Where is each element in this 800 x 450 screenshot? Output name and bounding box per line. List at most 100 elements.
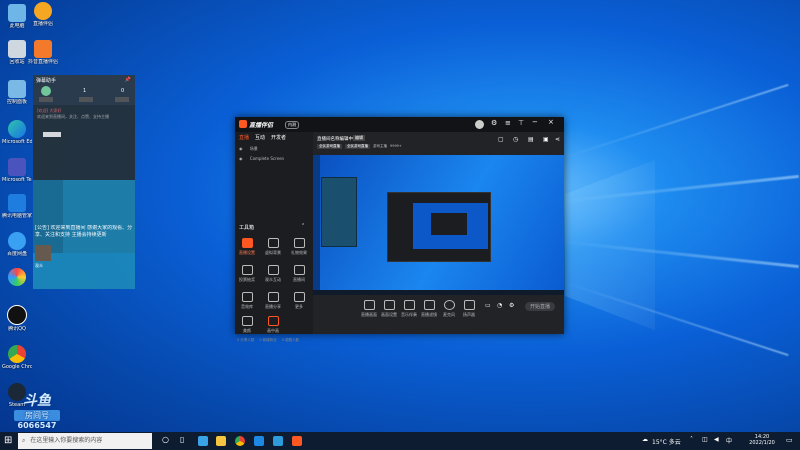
fullscreen-icon[interactable]: ▣: [543, 136, 549, 143]
desktop-icon-live-companion[interactable]: 直播伴侣: [28, 2, 58, 27]
tool-more[interactable]: 更多: [289, 292, 309, 310]
gift-icon: [293, 238, 305, 248]
network-icon[interactable]: ◫: [702, 436, 708, 443]
chrome-taskbar-icon[interactable]: [235, 436, 245, 446]
tool-beauty[interactable]: 美颜: [237, 316, 257, 334]
desktop-icon-qq[interactable]: 腾讯QQ: [2, 305, 32, 332]
desktop-icon-pc-manager[interactable]: 腾讯电脑管家: [2, 194, 32, 219]
tag-row: 全民游戏直播 全民游戏直播 游戏主播 9999+: [317, 144, 402, 149]
eye-icon[interactable]: ◉: [239, 156, 243, 161]
camera-toggle-icon[interactable]: ▭: [485, 302, 491, 309]
app-logo-icon: [239, 120, 247, 128]
preview-area: 直播间名称编辑中 编辑 全民游戏直播 全民游戏直播 游戏主播 9999+ ▢ ◷…: [313, 132, 564, 334]
share-icon[interactable]: ⋖: [555, 136, 560, 143]
start-live-button[interactable]: 开始直播: [525, 302, 556, 311]
tool-room[interactable]: 直播间: [289, 265, 309, 283]
chat-tab[interactable]: [115, 97, 129, 102]
close-icon[interactable]: ×: [548, 118, 554, 126]
chat-tab[interactable]: [39, 97, 53, 102]
light-beam: [559, 83, 789, 160]
task-view-icon[interactable]: ▯: [180, 435, 184, 444]
desktop-icon-control-panel[interactable]: 控制面板: [2, 80, 32, 105]
desktop-icon-edge[interactable]: Microsoft Edge: [2, 120, 32, 145]
app-icon: [8, 268, 26, 286]
app-taskbar-icon[interactable]: [273, 436, 283, 446]
tool-sound[interactable]: 音效库: [237, 292, 257, 310]
left-tabs: 直播 互动 开发者: [239, 135, 287, 141]
desktop-icon-baidu-netdisk[interactable]: 百度网盘: [2, 232, 32, 257]
computer-icon: [8, 4, 26, 22]
preview-canvas[interactable]: [313, 155, 564, 295]
tool-vote[interactable]: 投票抽奖: [237, 265, 257, 283]
weather-icon[interactable]: ☁: [642, 436, 648, 443]
tool-share[interactable]: 直播分享: [263, 292, 283, 310]
folder-icon[interactable]: [216, 436, 226, 446]
avatar: [41, 86, 51, 96]
virtual-bg-icon: [267, 238, 279, 248]
preview-taskbar: [313, 290, 564, 295]
pin-icon[interactable]: 📌: [125, 77, 131, 83]
interact-icon: [267, 265, 279, 275]
menu-icon[interactable]: ≡: [505, 119, 511, 127]
music-icon: [403, 300, 415, 310]
bottom-tool-5[interactable]: 扬声器: [459, 300, 479, 318]
scene-row[interactable]: ◉ 场景: [239, 146, 258, 152]
search-icon: ⌕: [22, 437, 26, 444]
app-taskbar-icon[interactable]: [254, 436, 264, 446]
shield-icon: [8, 194, 26, 212]
gear-icon[interactable]: ⚙: [509, 302, 514, 309]
screenshot-icon[interactable]: ▢: [498, 136, 504, 143]
vote-icon: [241, 265, 253, 275]
tray-expand-icon[interactable]: ˄: [690, 436, 693, 443]
bottom-tool-1[interactable]: 画面设置: [379, 300, 399, 318]
gift-badge: [43, 132, 61, 137]
bottom-tool-0[interactable]: 直播画面: [359, 300, 379, 318]
camera-icon: [383, 300, 395, 310]
tool-virtual-bg[interactable]: 虚拟背景: [263, 238, 283, 256]
sound-icon: [241, 292, 253, 302]
windows-start-icon[interactable]: ⊞: [4, 435, 12, 447]
cloud-icon: [8, 232, 26, 250]
record-icon[interactable]: ◷: [513, 136, 518, 143]
bottom-tool-2[interactable]: 音乐伴奏: [399, 300, 419, 318]
speaker-icon: [463, 300, 475, 310]
minimize-icon[interactable]: −: [532, 118, 538, 126]
chat-tab[interactable]: [79, 97, 93, 102]
taskbar: ⊞ ⌕ 在这里输入你要搜索的内容 ○ ▯ ☁ 15°C 多云 ˄ ◫ ◀ 中 1…: [0, 432, 800, 450]
microphone-icon: [443, 300, 455, 310]
teams-icon: [8, 158, 26, 176]
user-avatar[interactable]: [475, 120, 484, 129]
volume-icon[interactable]: ◀: [714, 436, 719, 443]
desktop-icon-douyin-companion[interactable]: 抖音直播伴侣: [28, 40, 58, 65]
chat-messages: [欢迎] 大家好 欢迎来到直播间，关注、点赞、支持主播: [33, 105, 135, 180]
ime-icon[interactable]: 中: [726, 436, 732, 445]
tool-pip[interactable]: 画中画: [263, 316, 283, 334]
live-companion-taskbar-icon[interactable]: [292, 436, 302, 446]
source-row[interactable]: ◉ Complete Screen: [239, 156, 284, 161]
edge-taskbar-icon[interactable]: [198, 436, 208, 446]
clock[interactable]: 14:20 2022/1/20: [742, 434, 782, 446]
status-row: 0 分享人数 0 新增粉丝 0 观看人数: [237, 338, 300, 342]
cortana-icon[interactable]: ○: [162, 435, 169, 444]
bottom-tool-4[interactable]: 麦克风: [439, 300, 459, 318]
tool-gift-effect[interactable]: 礼物效果: [289, 238, 309, 256]
tool-interact[interactable]: 观众互动: [263, 265, 283, 283]
bottom-tool-3[interactable]: 直播滤镜: [419, 300, 439, 318]
desktop-icon-colorful-app[interactable]: [2, 268, 32, 286]
eye-icon[interactable]: ◉: [239, 146, 243, 151]
pin-icon[interactable]: ⊤: [518, 119, 524, 127]
collapse-icon[interactable]: ⌃: [301, 223, 305, 229]
layout-icon[interactable]: ▤: [528, 136, 534, 143]
search-box[interactable]: ⌕ 在这里输入你要搜索的内容: [18, 433, 152, 449]
settings-icon[interactable]: ⚙: [491, 119, 497, 127]
filter-icon: [423, 300, 435, 310]
control-panel-icon: [8, 80, 26, 98]
clock-icon[interactable]: ◔: [497, 302, 502, 309]
preview-nested-canvas: [413, 203, 488, 249]
desktop-icon-chrome[interactable]: Google Chrome: [2, 345, 32, 370]
tool-live-settings[interactable]: 直播设置: [237, 238, 257, 256]
title-bar: 直播伴侣 内测 ⚙ ≡ ⊤ − ×: [235, 117, 564, 132]
notification-icon[interactable]: ▭: [786, 436, 793, 444]
desktop-icon-teams[interactable]: Microsoft Teams: [2, 158, 32, 183]
live-settings-icon: [241, 238, 253, 248]
